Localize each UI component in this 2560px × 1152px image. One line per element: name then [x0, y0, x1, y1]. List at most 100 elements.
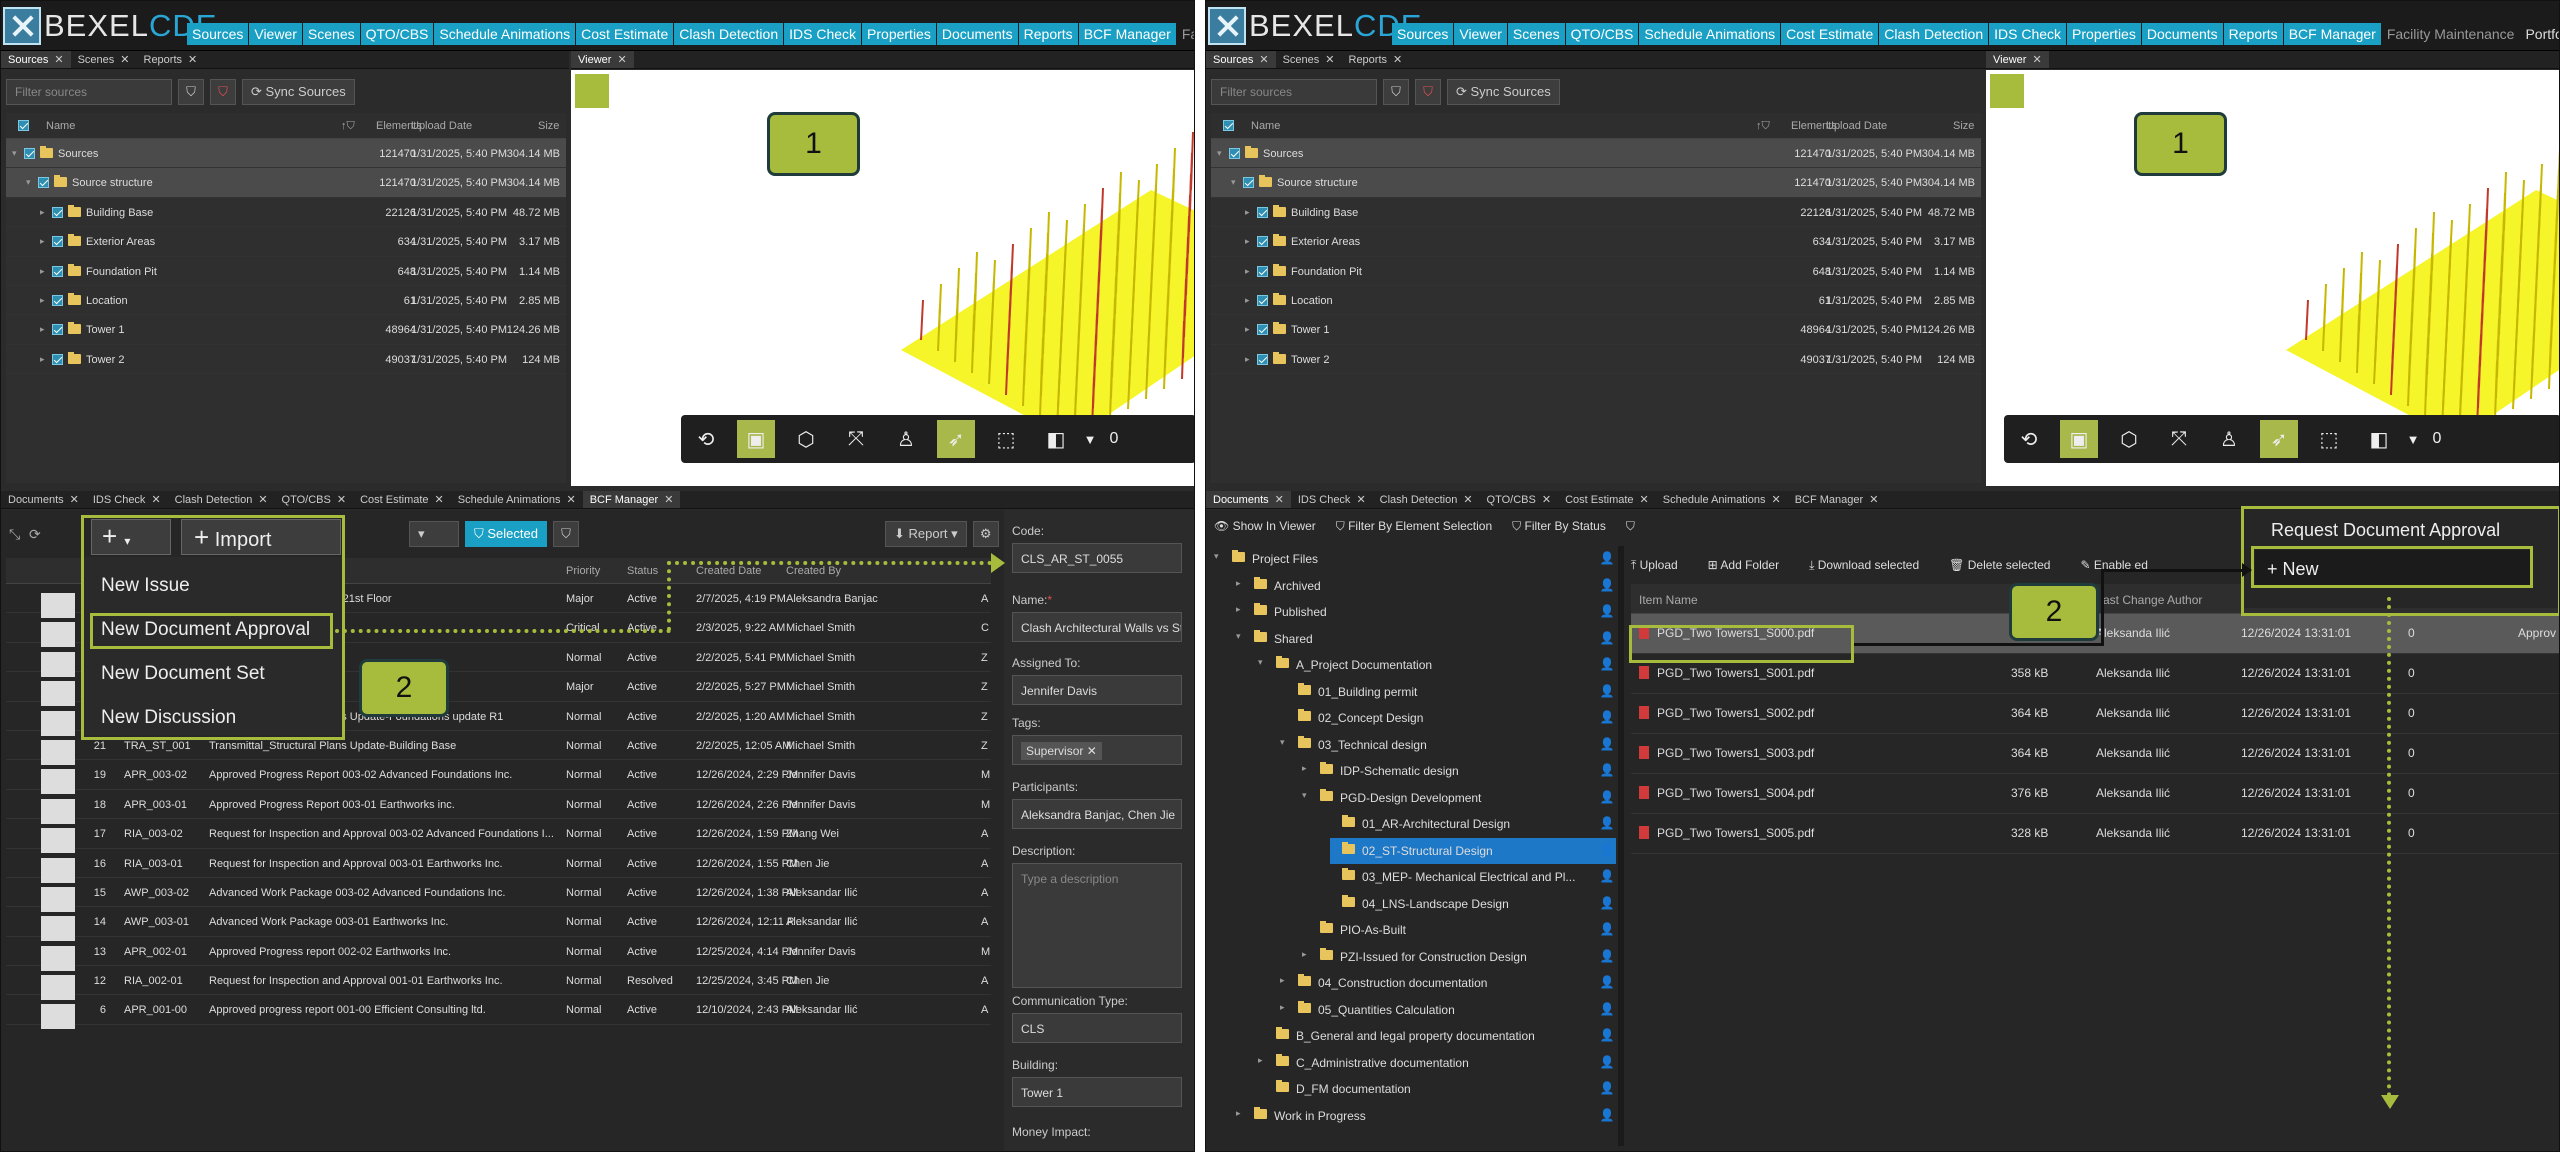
tree-item[interactable]: B_General and legal property documentati…: [1264, 1023, 1616, 1049]
close-icon[interactable]: ✕: [188, 53, 197, 66]
nav-tab-properties[interactable]: Properties: [2067, 23, 2141, 45]
row-checkbox[interactable]: [1257, 324, 1268, 336]
user-icon[interactable]: 👤: [1598, 626, 1616, 652]
nav-tab-documents[interactable]: Documents: [2141, 23, 2223, 45]
close-icon[interactable]: ✕: [151, 493, 160, 506]
tree-item[interactable]: ▾ PGD-Design Development 👤: [1302, 785, 1616, 811]
box-select-icon[interactable]: ⬚: [2310, 420, 2348, 458]
close-icon[interactable]: ✕: [1087, 744, 1097, 758]
table-row[interactable]: 16 RIA_003-01 Request for Inspection and A…: [6, 849, 991, 883]
col-name[interactable]: Name: [46, 120, 75, 132]
nav-tab-clash-detection[interactable]: Clash Detection: [1879, 23, 1989, 45]
table-row[interactable]: 17 RIA_003-02 Request for Inspection and A…: [6, 819, 991, 854]
table-row[interactable]: ▸ Location 61 1/31/2025, 5:40 PM 2.85 MB: [6, 286, 566, 316]
close-icon[interactable]: ✕: [435, 493, 444, 506]
action-download-selected[interactable]: ⤓ Download selected: [1809, 558, 1919, 573]
nav-tab-reports[interactable]: Reports: [2223, 23, 2283, 45]
close-icon[interactable]: ✕: [1640, 493, 1649, 506]
chevron-icon[interactable]: ▸: [1302, 763, 1307, 774]
tab-ids-check[interactable]: IDS Check ✕: [1291, 491, 1373, 508]
dropdown-icon[interactable]: ▼: [2404, 420, 2422, 458]
col-created-by[interactable]: Created By: [786, 565, 841, 577]
sync-sources-button[interactable]: ⟳ Sync Sources: [242, 79, 355, 105]
action-upload[interactable]: ⤒ Upload: [1631, 558, 1678, 573]
user-icon[interactable]: 👤: [1598, 1050, 1616, 1076]
row-checkbox[interactable]: [1257, 236, 1268, 248]
refresh-icon[interactable]: ⟳: [29, 526, 59, 543]
table-row[interactable]: ▸ Tower 1 48964 1/31/2025, 5:40 PM 124.26 MB: [1211, 315, 1981, 345]
close-icon[interactable]: ✕: [566, 493, 575, 506]
chevron-icon[interactable]: ▸: [40, 324, 45, 335]
document-row[interactable]: PGD_Two Towers1_S005.pdf 328 kB Aleksanda …: [1631, 814, 2559, 854]
chevron-icon[interactable]: ▸: [1245, 266, 1250, 277]
tree-item[interactable]: 03_MEP- Mechanical Electrical and Pl... 👤: [1330, 864, 1616, 890]
tree-item[interactable]: ▾ Shared 👤: [1236, 626, 1616, 652]
close-icon[interactable]: ✕: [1542, 493, 1551, 506]
table-row[interactable]: ▾ Source structure 121470 1/31/2025, 5:40 P…: [1211, 168, 1981, 198]
toolbar-show-in-viewer[interactable]: 👁 Show In Viewer: [1214, 519, 1316, 533]
chevron-icon[interactable]: ▸: [1245, 324, 1250, 335]
chevron-icon[interactable]: ▸: [1245, 236, 1250, 247]
tree-item[interactable]: 04_LNS-Landscape Design 👤: [1330, 891, 1616, 917]
action-delete-selected[interactable]: 🗑 Delete selected: [1949, 558, 2050, 572]
view-cube-icon[interactable]: ◧: [2360, 420, 2398, 458]
view-cube-icon[interactable]: ◧: [1037, 420, 1075, 458]
tab-bcf-manager[interactable]: BCF Manager ✕: [582, 491, 681, 508]
nav-tab-reports[interactable]: Reports: [1018, 23, 1078, 45]
tags-field[interactable]: Supervisor ✕: [1012, 735, 1182, 765]
table-row[interactable]: ▸ Tower 2 49037 1/31/2025, 5:40 PM 124 MB: [1211, 345, 1981, 375]
filter-clear-icon[interactable]: ⛉: [210, 79, 236, 105]
nav-tab-viewer[interactable]: Viewer: [1454, 23, 1507, 45]
tree-item[interactable]: 01_Building permit 👤: [1286, 679, 1616, 705]
walk-icon[interactable]: ♙: [887, 420, 925, 458]
nav-tab-schedule-animations[interactable]: Schedule Animations: [1639, 23, 1781, 45]
chevron-icon[interactable]: ▸: [1236, 604, 1241, 615]
table-row[interactable]: ▾ Sources 121470 1/31/2025, 5:40 PM 304.14 M…: [6, 139, 566, 169]
tab-viewer[interactable]: Viewer ✕: [571, 51, 634, 68]
filter-icon[interactable]: ⛉: [178, 79, 204, 105]
nav-tab-qto-cbs[interactable]: QTO/CBS: [360, 23, 434, 45]
document-row[interactable]: PGD_Two Towers1_S003.pdf 364 kB Aleksanda …: [1631, 734, 2559, 774]
nav-tab-cost-estimate[interactable]: Cost Estimate: [1781, 23, 1879, 45]
chevron-icon[interactable]: ▸: [1245, 207, 1250, 218]
nav-tab-viewer[interactable]: Viewer: [249, 23, 302, 45]
tab-cost-estimate[interactable]: Cost Estimate ✕: [353, 491, 451, 508]
user-icon[interactable]: 👤: [1598, 944, 1616, 970]
action-add-folder[interactable]: ⊞ Add Folder: [1708, 558, 1779, 572]
tree-item[interactable]: PIO-As-Built 👤: [1308, 917, 1616, 943]
close-icon[interactable]: ✕: [2032, 53, 2041, 66]
communication-field[interactable]: CLS: [1012, 1013, 1182, 1043]
close-icon[interactable]: ✕: [1325, 53, 1334, 66]
close-icon[interactable]: ✕: [1393, 53, 1402, 66]
user-icon[interactable]: 👤: [1598, 652, 1616, 678]
collapse-icon[interactable]: ⤡: [9, 526, 29, 543]
toolbar-filter-by-status[interactable]: ⛉ Filter By Status: [1512, 519, 1606, 534]
table-row[interactable]: 14 AWP_003-01 Advanced Work Package 003-01…: [6, 907, 991, 942]
tree-item[interactable]: ▸ PZI-Issued for Construction Design 👤: [1302, 944, 1616, 970]
row-checkbox[interactable]: [52, 324, 63, 336]
3d-viewer[interactable]: 1 ⟲ ▣ ⬡ ⤧ ♙ ➶ ⬚ ◧ ▼ 0: [1986, 70, 2559, 486]
walk-icon[interactable]: ♙: [2210, 420, 2248, 458]
close-icon[interactable]: ✕: [1275, 493, 1284, 506]
table-row[interactable]: 12 RIA_002-01 Request for Inspection and A…: [6, 966, 991, 1001]
report-button[interactable]: ⬇ Report ▾: [884, 521, 967, 547]
table-row[interactable]: 18 APR_003-01 Approved Progress Report 003…: [6, 790, 991, 824]
tab-reports[interactable]: Reports ✕: [1342, 51, 1410, 68]
table-row[interactable]: ▾ Source structure 121470 1/31/2025, 5:40 P…: [6, 168, 566, 198]
tab-bcf-manager[interactable]: BCF Manager ✕: [1788, 491, 1886, 508]
col-status[interactable]: Status: [627, 565, 658, 577]
assigned-field[interactable]: Jennifer Davis: [1012, 675, 1182, 705]
nav-tab-facility-maintenance[interactable]: Facility Maintenance: [1177, 23, 1194, 45]
chevron-icon[interactable]: ▸: [1258, 1055, 1263, 1066]
dropdown-icon[interactable]: ▼: [1081, 420, 1099, 458]
table-row[interactable]: 19 APR_003-02 Approved Progress Report 003…: [6, 760, 991, 795]
select-icon[interactable]: ➶: [2260, 420, 2298, 458]
sync-sources-button[interactable]: ⟳ Sync Sources: [1447, 79, 1560, 105]
tab-ids-check[interactable]: IDS Check ✕: [86, 491, 168, 508]
nav-tab-schedule-animations[interactable]: Schedule Animations: [434, 23, 576, 45]
name-field[interactable]: Clash Architectural Walls vs Str: [1012, 612, 1182, 642]
chevron-icon[interactable]: ▸: [1245, 295, 1250, 306]
user-icon[interactable]: 👤: [1598, 573, 1616, 599]
nav-tab-clash-detection[interactable]: Clash Detection: [674, 23, 784, 45]
chevron-icon[interactable]: ▸: [1280, 1002, 1285, 1013]
